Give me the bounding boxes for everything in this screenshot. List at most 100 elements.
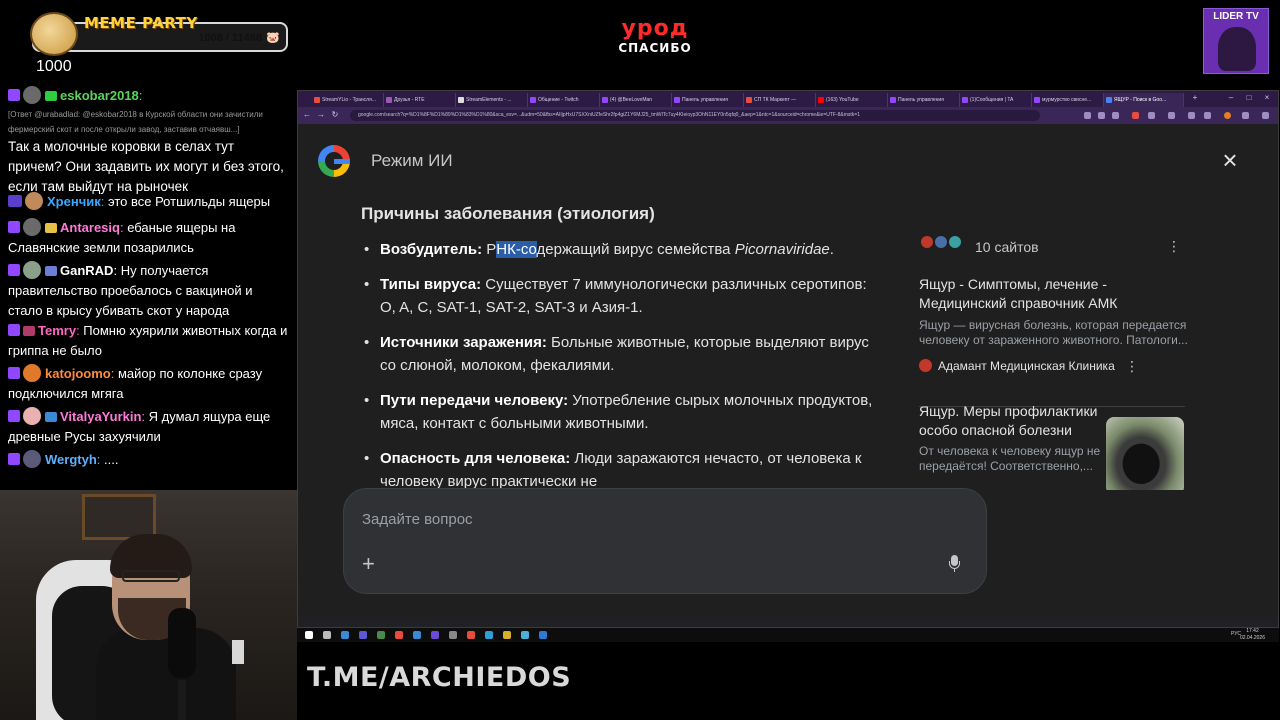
chat-panel: eskobar2018: [Ответ @urabadlad: @eskobar… <box>0 86 294 486</box>
source-snippet: Ящур — вирусная болезнь, которая передае… <box>919 318 1188 347</box>
watermark: T.ME/ARCHIEDOS <box>307 662 572 693</box>
chat-username[interactable]: Temry <box>38 323 76 338</box>
app-icon[interactable] <box>341 631 349 639</box>
tab-messages[interactable]: (1)Сообщения | TA <box>960 93 1032 107</box>
browser-window: StreamYLio - Трансля... Друзья - RTE Str… <box>297 90 1279 628</box>
reload-icon[interactable]: ↻ <box>330 110 340 120</box>
download-icon[interactable] <box>1084 112 1091 119</box>
extension-icon[interactable] <box>1188 112 1195 119</box>
sources-count[interactable]: 10 сайтов <box>975 239 1039 255</box>
tab-friends[interactable]: Друзья - RTE <box>384 93 456 107</box>
mic-arm <box>178 680 186 720</box>
clock-time: 17:42 <box>1246 628 1259 634</box>
bookmark-icon[interactable] <box>1098 112 1105 119</box>
tab-murmur[interactable]: мурмурство свисне... <box>1032 93 1104 107</box>
ask-placeholder[interactable]: Задайте вопрос <box>362 511 473 528</box>
twitch-icon <box>8 89 20 101</box>
more-options-icon[interactable]: ⋮ <box>1125 359 1139 373</box>
chat-username[interactable]: Wergtyh <box>45 452 97 467</box>
minimize-icon[interactable]: – <box>1226 93 1236 103</box>
alert-title: урод <box>621 16 689 41</box>
plus-icon[interactable]: + <box>362 553 375 575</box>
share-icon[interactable] <box>1112 112 1119 119</box>
back-icon[interactable]: ← <box>302 110 312 120</box>
browser-toolbar: ← → ↻ google.com/search?q=%D1%8F%D1%89%D… <box>298 107 1278 124</box>
chat-username[interactable]: VitalyaYurkin <box>60 409 141 424</box>
source-title[interactable]: Ящур - Симптомы, лечение - Медицинский с… <box>919 275 1159 313</box>
list-item: Пути передачи человеку: Употребление сыр… <box>361 389 881 435</box>
chat-username[interactable]: Antaresiq <box>60 220 120 235</box>
meme-count: 1008 / 11488 <box>198 32 262 44</box>
sub-badge-icon <box>23 326 35 336</box>
tab-dashboard-1[interactable]: Панель управления <box>672 93 744 107</box>
google-ai-mode-page: Режим ИИ × Причины заболевания (этиологи… <box>298 124 1278 617</box>
search-icon[interactable] <box>323 631 331 639</box>
item-label: Возбудитель: <box>380 241 483 258</box>
source-favicon <box>947 234 963 250</box>
extension-icon[interactable] <box>1168 112 1175 119</box>
source-site[interactable]: Адамант Медицинская Клиника <box>919 359 1115 373</box>
app-icon[interactable] <box>521 631 529 639</box>
app-icon[interactable] <box>431 631 439 639</box>
selected-text[interactable]: НК-со <box>496 241 537 258</box>
source-thumbnail[interactable] <box>1106 417 1184 490</box>
item-label: Опасность для человека: <box>380 450 571 467</box>
tab-youtube[interactable]: (163) YouTube <box>816 93 888 107</box>
source-title[interactable]: Ящур. Меры профилактики особо опасной бо… <box>919 402 1101 440</box>
clock-date: 02.04.2026 <box>1239 635 1265 641</box>
start-icon[interactable] <box>305 631 313 639</box>
microphone-icon[interactable] <box>948 555 960 573</box>
system-clock[interactable]: 17:42 02.04.2026 <box>1240 628 1265 642</box>
chat-username[interactable]: GanRAD <box>60 263 113 278</box>
twitch-icon <box>8 324 20 336</box>
tab-dashboard-2[interactable]: Панель управления <box>888 93 960 107</box>
extension-icon[interactable] <box>1242 112 1249 119</box>
list-item: Опасность для человека: Люди заражаются … <box>361 447 881 489</box>
more-options-icon[interactable]: ⋮ <box>1167 239 1181 253</box>
chrome-icon[interactable] <box>395 631 403 639</box>
chat-username[interactable]: Хренчик <box>47 194 101 209</box>
avatar <box>23 86 41 104</box>
chat-username[interactable]: katojoomo <box>45 366 111 381</box>
tab-beeloveman[interactable]: (4) @BeeLoveMan <box>600 93 672 107</box>
small-counter: 1000 <box>36 58 72 75</box>
extension-icon[interactable] <box>1148 112 1155 119</box>
profile-avatar[interactable] <box>1224 112 1231 119</box>
app-icon[interactable] <box>377 631 385 639</box>
chat-message: VitalyaYurkin: Я думал ящура еще древные… <box>8 407 271 444</box>
ask-input-box[interactable]: Задайте вопрос + <box>343 488 987 594</box>
sub-badge-icon <box>45 91 57 101</box>
tab-google-search[interactable]: ЯЩУР - Поиск в Goo... <box>1104 93 1184 107</box>
chat-message: Antaresiq: ебаные ящеры на Славянские зе… <box>8 218 236 255</box>
sources-panel: 10 сайтов ⋮ Ящур - Симптомы, лечение - М… <box>901 222 1201 490</box>
forward-icon[interactable]: → <box>316 110 326 120</box>
source-site-name: Адамант Медицинская Клиника <box>938 359 1115 373</box>
extension-icon[interactable] <box>1204 112 1211 119</box>
new-tab-icon[interactable]: + <box>1190 93 1200 103</box>
tab-marketplace[interactable]: СП ТК Маркепт — <box>744 93 816 107</box>
app-icon[interactable] <box>503 631 511 639</box>
close-icon[interactable]: × <box>1218 147 1242 173</box>
chat-username[interactable]: eskobar2018 <box>60 88 139 103</box>
tab-streamylio[interactable]: StreamYLio - Трансля... <box>312 93 384 107</box>
steam-icon[interactable] <box>539 631 547 639</box>
menu-icon[interactable] <box>1262 112 1269 119</box>
item-label: Источники заражения: <box>380 334 547 351</box>
tab-streamelements[interactable]: StreamElements - ... <box>456 93 528 107</box>
tab-twitch-chat[interactable]: Общение - Twitch <box>528 93 600 107</box>
lider-avatar <box>1218 27 1256 71</box>
reply-note: [Ответ @urabadlad: @eskobar2018 в Курско… <box>8 110 263 119</box>
alert-subtitle: СПАСИБО <box>618 41 692 55</box>
tab-strip: StreamYLio - Трансля... Друзья - RTE Str… <box>298 91 1278 107</box>
extension-icon[interactable] <box>1132 112 1139 119</box>
telegram-icon[interactable] <box>485 631 493 639</box>
app-icon[interactable] <box>413 631 421 639</box>
window-close-icon[interactable]: × <box>1262 93 1272 103</box>
app-icon[interactable] <box>449 631 457 639</box>
maximize-icon[interactable]: □ <box>1244 93 1254 103</box>
app-icon[interactable] <box>467 631 475 639</box>
app-icon[interactable] <box>359 631 367 639</box>
sub-badge-icon <box>45 223 57 233</box>
address-bar[interactable]: google.com/search?q=%D1%8F%D1%89%D1%83%D… <box>350 110 1040 121</box>
avatar <box>25 192 43 210</box>
